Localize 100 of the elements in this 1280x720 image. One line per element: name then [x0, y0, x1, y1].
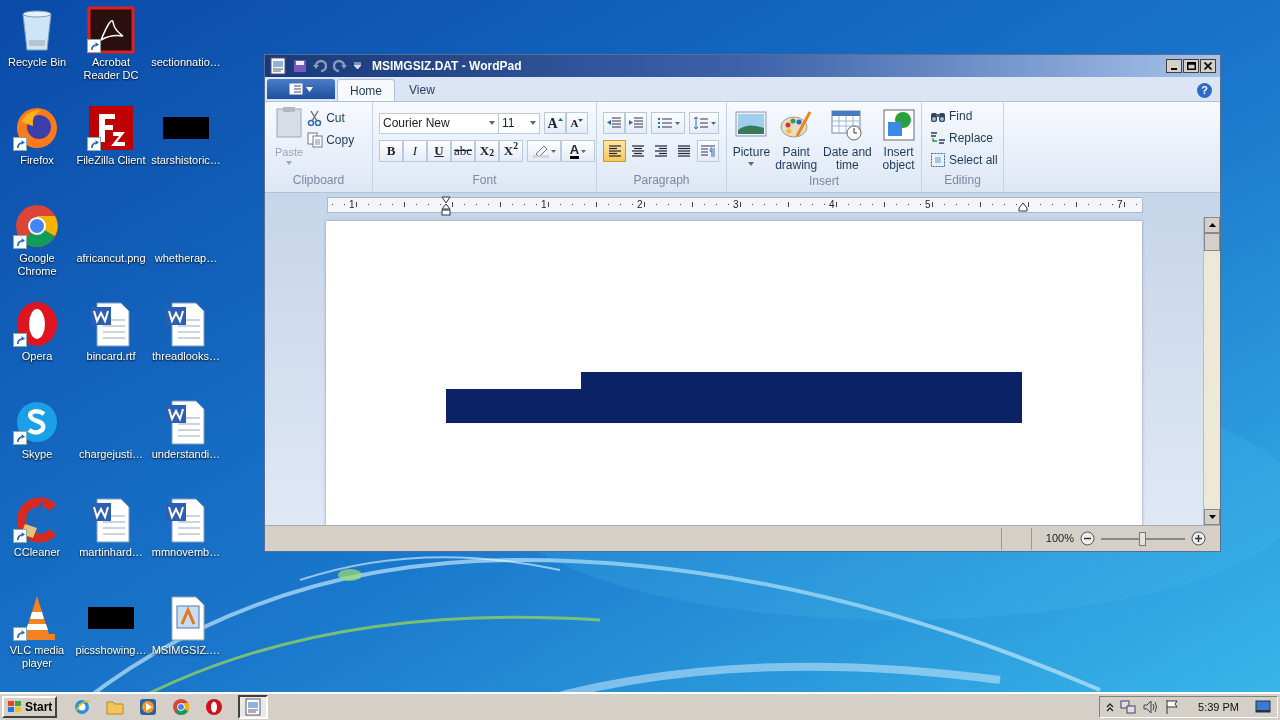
group-label: Font	[471, 172, 498, 189]
folder-icon	[106, 698, 125, 716]
close-icon	[1204, 62, 1212, 70]
align-button[interactable]	[603, 140, 626, 162]
caret-icon[interactable]	[353, 62, 362, 70]
desktop-icon-label[interactable]: sectionnatio…	[148, 56, 224, 69]
caret-icon	[306, 86, 313, 92]
group-label: Paragraph	[632, 172, 691, 189]
highlighter-icon	[532, 144, 549, 158]
desktop-icon-label[interactable]: Recycle Bin	[0, 56, 75, 69]
flag-icon[interactable]	[1164, 699, 1181, 715]
scroll-thumb[interactable]	[1204, 233, 1220, 251]
zoom-in-icon[interactable]	[1191, 531, 1206, 546]
line-spacing-button[interactable]	[689, 112, 719, 134]
italic-button[interactable]: I	[403, 140, 427, 162]
zoom-out-icon[interactable]	[1080, 531, 1095, 546]
close-button[interactable]	[1200, 59, 1216, 73]
clipboard-icon	[275, 106, 304, 138]
taskbar-app[interactable]	[238, 695, 269, 719]
highlight-button[interactable]	[527, 140, 561, 162]
desktop-icon-label[interactable]: picsshowing…	[73, 644, 149, 657]
media-player-icon	[139, 698, 158, 716]
desktop-icon-label[interactable]: Opera	[0, 350, 75, 363]
help-icon[interactable]: ?	[1197, 83, 1212, 98]
zoom-slider-track[interactable]	[1101, 531, 1185, 546]
desktop-icon-label[interactable]: CCleaner	[0, 546, 75, 559]
show-desktop-icon[interactable]	[1255, 700, 1271, 714]
document-page[interactable]	[326, 221, 1142, 525]
save-icon[interactable]	[293, 59, 307, 73]
undo-icon[interactable]	[313, 59, 327, 73]
align-icon	[652, 144, 669, 158]
desktop-icon-label[interactable]: threadlooks…	[148, 350, 224, 363]
zoom-reading: 100%	[1045, 531, 1074, 547]
ribbon-tab[interactable]: Home	[337, 79, 395, 101]
increase-indent-button[interactable]	[625, 112, 647, 134]
opera-icon	[205, 698, 224, 716]
font-size-dropdown[interactable]: 11	[498, 112, 540, 134]
desktop-icon-label[interactable]: mmnovemb…	[148, 546, 224, 559]
desktop-icon-label[interactable]: understandi…	[148, 448, 224, 461]
desktop-icon-label[interactable]: starshistoric…	[148, 154, 224, 167]
font-color-button[interactable]: A	[561, 140, 595, 162]
desktop-icon-label[interactable]: FileZilla Client	[73, 154, 149, 167]
replace-button[interactable]: Replace	[930, 128, 1003, 147]
paint-button[interactable]: Paint drawing	[773, 108, 819, 172]
cut-button[interactable]: Cut	[307, 108, 355, 127]
desktop-icon-label[interactable]: Firefox	[0, 154, 75, 167]
font-family-dropdown[interactable]: Courier New	[379, 112, 499, 134]
select-all-icon	[930, 151, 946, 168]
desktop-icon-label[interactable]: VLC media player	[0, 644, 75, 670]
caret-icon	[489, 121, 495, 125]
right-indent-marker-icon[interactable]	[1018, 202, 1028, 212]
desktop-icon-label[interactable]: bincard.rtf	[73, 350, 149, 363]
app-menu-button[interactable]	[267, 79, 335, 99]
up-triangle-icon	[557, 117, 563, 121]
caret-icon	[530, 121, 536, 125]
ribbon-tab[interactable]: View	[397, 79, 447, 101]
desktop-icon-label[interactable]: Skype	[0, 448, 75, 461]
desktop-icon-label[interactable]: chargejusti…	[73, 448, 149, 461]
indent-marker-icon[interactable]	[441, 196, 451, 216]
sub-button[interactable]: X$_{2}$	[475, 140, 499, 162]
select-button[interactable]: Select all	[930, 150, 1003, 169]
desktop-icon-label[interactable]: Google Chrome	[0, 252, 75, 278]
desktop-icon-label[interactable]: whetherap…	[148, 252, 224, 265]
find-button[interactable]: Find	[930, 106, 1003, 125]
shrink-font-button[interactable]: A	[566, 112, 588, 134]
copy-button[interactable]: Copy	[307, 130, 355, 149]
strike-button[interactable]: abc	[451, 140, 475, 162]
desktop-icon-label[interactable]: Acrobat Reader DC	[73, 56, 149, 82]
group-label: Insert	[808, 173, 840, 190]
bold-button[interactable]: B	[379, 140, 403, 162]
desktop-icon-label[interactable]: africancut.png	[73, 252, 149, 265]
replace-icon	[930, 129, 946, 146]
zoom-slider-thumb[interactable]	[1139, 531, 1146, 546]
paragraph-icon	[700, 144, 716, 158]
list-button[interactable]	[651, 112, 685, 134]
underline-button[interactable]: U	[427, 140, 451, 162]
decrease-indent-button[interactable]	[603, 112, 625, 134]
minimize-button[interactable]	[1166, 59, 1182, 73]
windows-flag-icon	[7, 700, 23, 714]
vertical-scrollbar[interactable]	[1203, 217, 1220, 525]
grow-font-button[interactable]: A	[544, 112, 566, 134]
network-icon[interactable]	[1120, 699, 1137, 715]
scroll-up-button[interactable]	[1204, 217, 1220, 233]
redo-icon[interactable]	[333, 59, 347, 73]
file-thumbnail-icon	[88, 607, 134, 629]
desktop-icon-label[interactable]: MSIMGSIZ.…	[148, 644, 224, 657]
sup-button[interactable]: X$^{2}$	[499, 140, 523, 162]
object-button[interactable]: Insert object	[876, 108, 921, 172]
datetime-button[interactable]: Date and time	[818, 108, 877, 172]
clock[interactable]: 5:39 PM	[1198, 698, 1239, 716]
increase-indent-icon	[628, 116, 644, 130]
desktop-icon-label[interactable]: martinhard…	[73, 546, 149, 559]
maximize-button[interactable]	[1183, 59, 1199, 73]
scroll-down-button[interactable]	[1204, 509, 1220, 525]
chevron-up-icon[interactable]	[1106, 702, 1115, 712]
start-button[interactable]: Start	[2, 696, 58, 718]
caret-icon	[674, 121, 680, 125]
speaker-icon[interactable]	[1142, 699, 1159, 715]
picture-button[interactable]: Picture	[729, 108, 774, 172]
align-icon	[629, 144, 646, 158]
